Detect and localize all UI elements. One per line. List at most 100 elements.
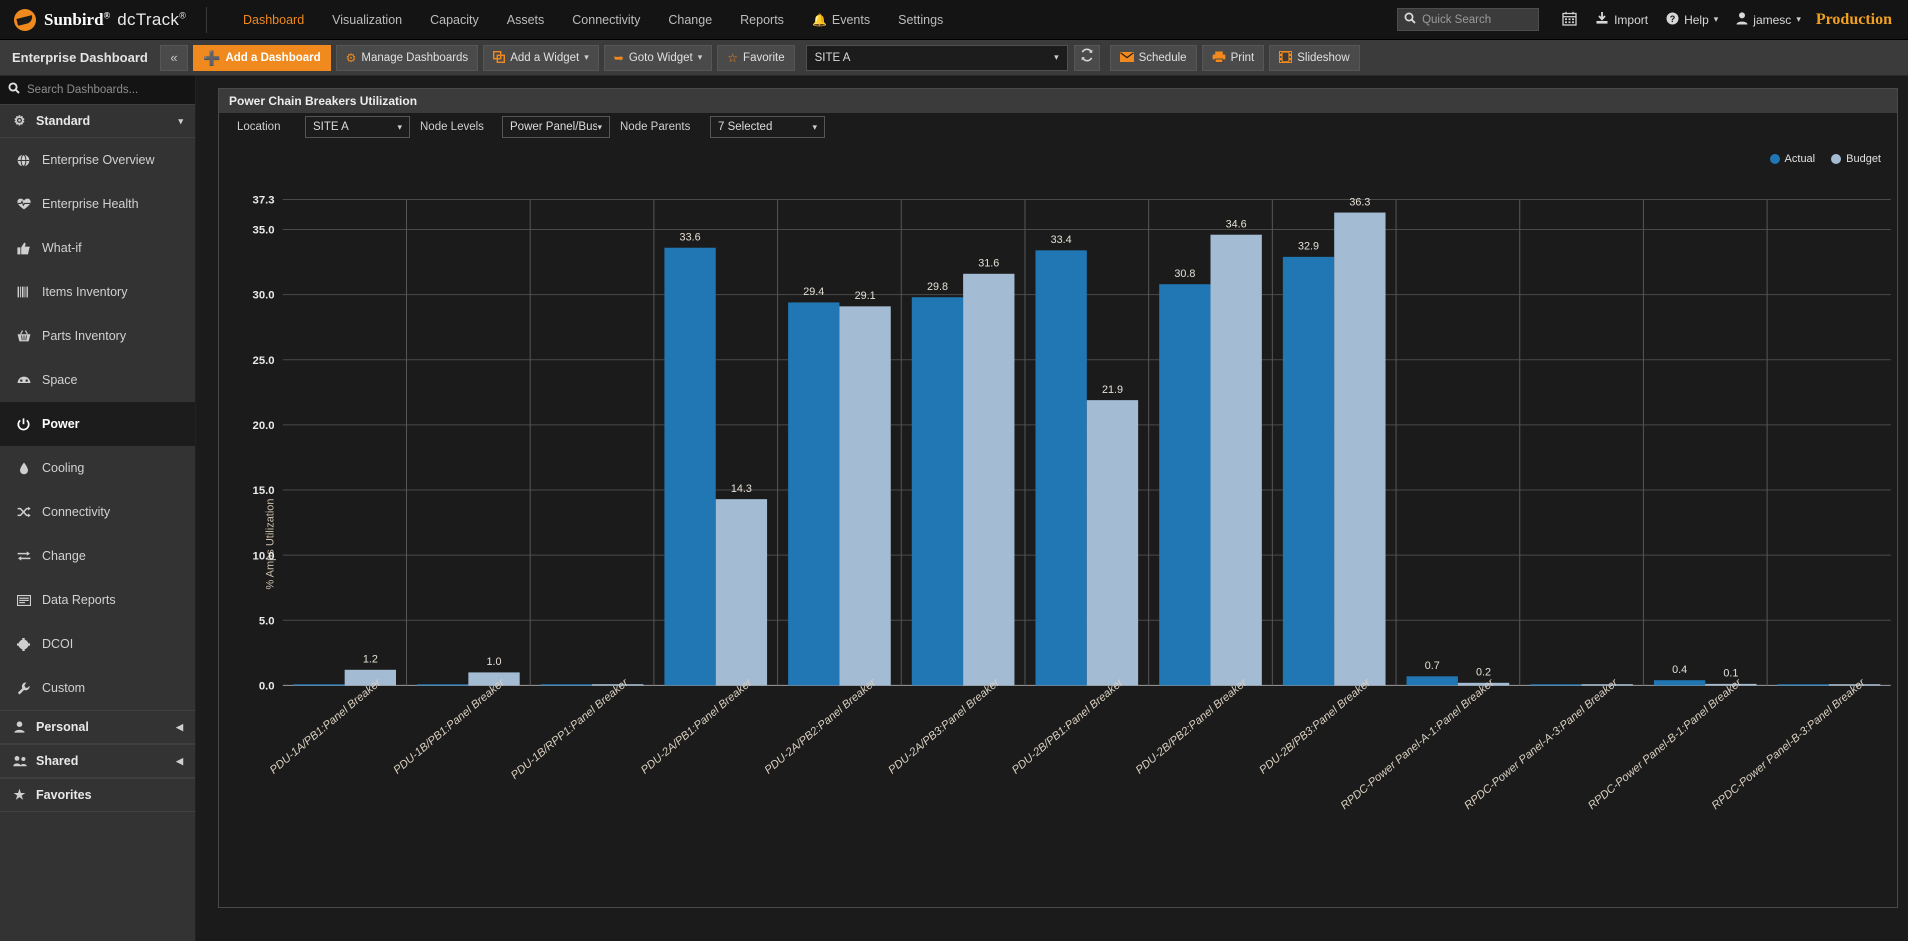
sidebar-item-connectivity[interactable]: Connectivity (0, 490, 195, 534)
chart-plot: % Amps Utilization 0.05.010.015.020.025.… (219, 181, 1897, 907)
sidebar-group-shared[interactable]: Shared ◀ (0, 744, 195, 778)
sidebar-item-power[interactable]: Power (0, 402, 195, 446)
filter-select-node-levels[interactable]: Power Panel/Bus... ▾ (502, 116, 610, 138)
quick-search-box[interactable] (1397, 8, 1539, 31)
exchange-icon (16, 550, 31, 562)
sidebar-item-enterprise-health[interactable]: Enterprise Health (0, 182, 195, 226)
legend-item-budget[interactable]: Budget (1831, 153, 1881, 165)
product-registered-mark: ® (179, 10, 186, 20)
sidebar: ⚙ Standard ▾ Enterprise Overview Enterpr… (0, 76, 196, 941)
svg-text:PDU-2B/PB3:Panel Breaker: PDU-2B/PB3:Panel Breaker (1257, 676, 1374, 777)
brand-logo-area: Sunbird® dcTrack® (0, 9, 206, 31)
sidebar-label-space: Space (42, 373, 77, 387)
shuffle-icon (16, 506, 31, 518)
sidebar-group-label-shared: Shared (36, 754, 78, 768)
add-widget-button[interactable]: Add a Widget ▾ (483, 45, 599, 71)
nav-item-events[interactable]: 🔔Events (798, 1, 884, 39)
sidebar-label-connectivity: Connectivity (42, 505, 110, 519)
svg-text:14.3: 14.3 (731, 483, 752, 495)
user-label: jamesc (1753, 13, 1791, 27)
svg-text:29.4: 29.4 (803, 286, 824, 298)
svg-text:29.1: 29.1 (855, 290, 876, 302)
chevron-down-icon: ▾ (1714, 14, 1719, 25)
legend-color-swatch-actual (1770, 154, 1780, 164)
goto-widget-button[interactable]: ➥ Goto Widget ▾ (604, 45, 713, 71)
refresh-icon (1080, 48, 1094, 67)
thumbs-up-icon (16, 242, 31, 255)
collapse-sidebar-button[interactable]: « (160, 45, 188, 71)
slideshow-button[interactable]: Slideshow (1269, 45, 1359, 71)
chevron-down-icon: ▾ (584, 52, 589, 63)
wrench-icon (16, 682, 31, 695)
widget-filter-bar: Location SITE A ▾ Node Levels Power Pane… (219, 113, 1897, 141)
nav-item-settings[interactable]: Settings (884, 1, 957, 39)
search-icon (8, 81, 20, 99)
svg-text:21.9: 21.9 (1102, 384, 1123, 396)
refresh-button[interactable] (1074, 45, 1100, 71)
sidebar-item-items-inventory[interactable]: Items Inventory (0, 270, 195, 314)
sidebar-item-what-if[interactable]: What-if (0, 226, 195, 270)
svg-text:PDU-1B/PB1:Panel Breaker: PDU-1B/PB1:Panel Breaker (392, 676, 509, 777)
nav-label-connectivity: Connectivity (572, 13, 640, 27)
import-button[interactable]: Import (1586, 11, 1657, 28)
sidebar-search-input[interactable] (27, 84, 177, 96)
schedule-button[interactable]: Schedule (1110, 45, 1197, 71)
sidebar-item-parts-inventory[interactable]: Parts Inventory (0, 314, 195, 358)
user-icon (1736, 12, 1748, 28)
svg-text:33.6: 33.6 (680, 232, 701, 244)
nav-label-settings: Settings (898, 13, 943, 27)
svg-text:29.8: 29.8 (927, 281, 948, 293)
sidebar-group-standard[interactable]: ⚙ Standard ▾ (0, 104, 195, 138)
brand-registered-mark: ® (104, 10, 111, 20)
filter-value-node-levels: Power Panel/Bus... (510, 121, 597, 133)
manage-dashboards-button[interactable]: ⚙ Manage Dashboards (336, 45, 479, 71)
site-select-value: SITE A (815, 52, 851, 64)
heartbeat-icon (16, 198, 31, 210)
svg-text:36.3: 36.3 (1349, 196, 1370, 208)
sidebar-item-space[interactable]: Space (0, 358, 195, 402)
sidebar-item-custom[interactable]: Custom (0, 666, 195, 710)
gear-round-icon (16, 638, 31, 651)
sidebar-item-dcoi[interactable]: DCOI (0, 622, 195, 666)
chevron-down-icon: ▾ (1796, 14, 1801, 25)
help-button[interactable]: ? Help ▾ (1657, 12, 1727, 28)
sidebar-item-enterprise-overview[interactable]: Enterprise Overview (0, 138, 195, 182)
nav-item-connectivity[interactable]: Connectivity (558, 1, 654, 39)
nav-label-capacity: Capacity (430, 13, 479, 27)
nav-item-visualization[interactable]: Visualization (318, 1, 416, 39)
favorite-button[interactable]: ☆ Favorite (717, 45, 794, 71)
sidebar-label-custom: Custom (42, 681, 85, 695)
legend-item-actual[interactable]: Actual (1770, 153, 1816, 165)
legend-label-budget: Budget (1846, 153, 1881, 165)
filter-select-location[interactable]: SITE A ▾ (305, 116, 410, 138)
manage-dashboards-label: Manage Dashboards (361, 52, 468, 64)
search-input[interactable] (1422, 14, 1532, 26)
user-menu-button[interactable]: jamesc ▾ (1727, 12, 1810, 28)
nav-item-change[interactable]: Change (654, 1, 726, 39)
sidebar-item-data-reports[interactable]: Data Reports (0, 578, 195, 622)
nav-label-dashboard: Dashboard (243, 13, 304, 27)
sunbird-logo-icon (14, 9, 36, 31)
site-select-dropdown[interactable]: SITE A ▾ (806, 45, 1068, 71)
print-button[interactable]: Print (1202, 45, 1265, 71)
sidebar-label-power: Power (42, 417, 80, 431)
sidebar-item-change[interactable]: Change (0, 534, 195, 578)
widget-title: Power Chain Breakers Utilization (229, 94, 417, 108)
bar-chart-svg: 0.05.010.015.020.025.030.035.037.31.2PDU… (219, 181, 1897, 840)
sidebar-search-box[interactable] (0, 76, 195, 104)
nav-item-assets[interactable]: Assets (493, 1, 559, 39)
sidebar-item-cooling[interactable]: Cooling (0, 446, 195, 490)
add-dashboard-button[interactable]: ➕ Add a Dashboard (193, 45, 331, 71)
sidebar-group-personal[interactable]: Personal ◀ (0, 710, 195, 744)
svg-text:RPDC-Power Panel-B-1:Panel Bre: RPDC-Power Panel-B-1:Panel Breaker (1586, 676, 1745, 812)
calendar-button[interactable] (1553, 11, 1586, 29)
sidebar-group-favorites[interactable]: ★ Favorites (0, 778, 195, 812)
svg-text:PDU-2A/PB3:Panel Breaker: PDU-2A/PB3:Panel Breaker (886, 676, 1003, 777)
nav-item-capacity[interactable]: Capacity (416, 1, 493, 39)
chart-legend: Actual Budget (1770, 153, 1881, 165)
filter-select-node-parents[interactable]: 7 Selected ▾ (710, 116, 825, 138)
basket-icon (16, 330, 31, 342)
nav-item-reports[interactable]: Reports (726, 1, 798, 39)
nav-label-assets: Assets (507, 13, 545, 27)
nav-item-dashboard[interactable]: Dashboard (229, 1, 318, 39)
